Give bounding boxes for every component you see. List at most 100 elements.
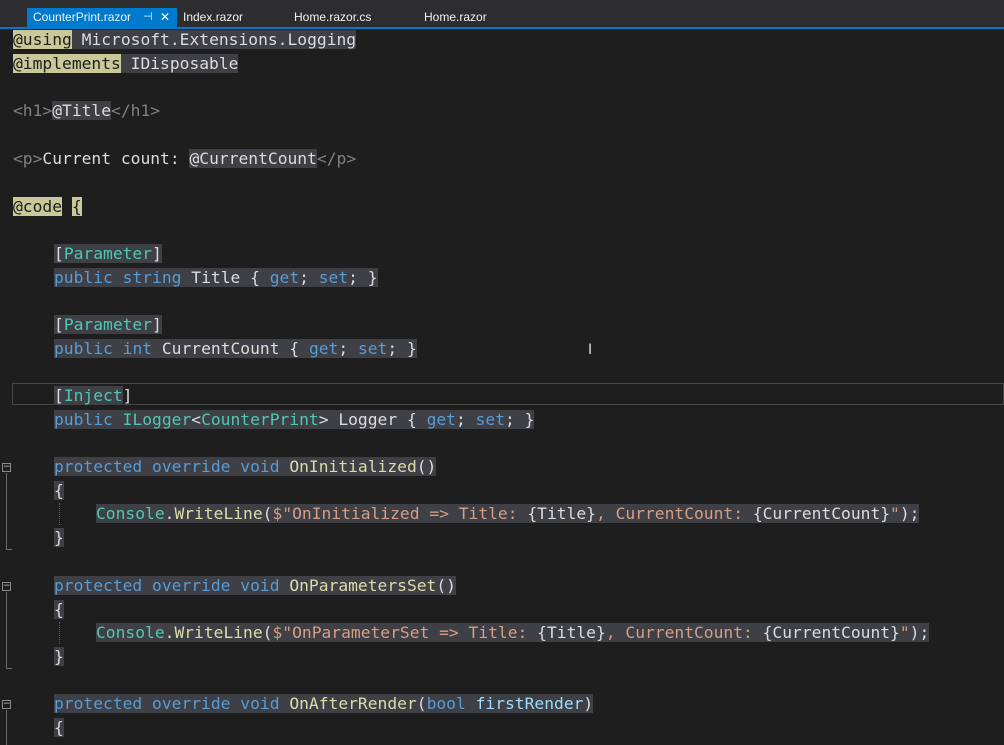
interp: {Title} (527, 504, 596, 523)
html-tag: <h1> (13, 101, 53, 120)
attribute: Parameter (63, 315, 153, 334)
kw: protected (54, 694, 143, 713)
code-line-method-params: protected override void OnParametersSet(… (54, 576, 456, 595)
indent-guide (59, 622, 60, 644)
kw: set (475, 410, 506, 429)
code-line-writeline-init: Console.WriteLine($"OnInitialized => Tit… (96, 504, 920, 523)
code-line-prop-title: public string Title { get; set; } (54, 268, 378, 287)
brace: { (71, 197, 82, 216)
directive-code: @code (13, 197, 63, 216)
method: WriteLine (174, 504, 263, 523)
fold-line (6, 549, 12, 550)
interp: {CurrentCount} (762, 623, 900, 642)
fold-line (6, 668, 12, 669)
code-line-brace: { (54, 718, 64, 737)
kw: public (54, 339, 113, 358)
string: , CurrentCount: (605, 623, 763, 642)
tab-home[interactable]: Home.razor (424, 8, 487, 27)
method: OnAfterRender (289, 694, 417, 713)
kw: protected (54, 457, 143, 476)
code-line-method-init: protected override void OnInitialized() (54, 457, 437, 476)
prop: Title (191, 268, 241, 287)
razor-expr-title: @Title (52, 101, 112, 120)
kw: get (269, 268, 300, 287)
code-line-prop-logger: public ILogger<CounterPrint> Logger { ge… (54, 410, 535, 429)
type-name: IDisposable (130, 54, 239, 73)
pin-icon[interactable]: ⊣ (143, 8, 153, 27)
prop: CurrentCount (161, 339, 280, 358)
tab-label: Index.razor (183, 10, 244, 24)
method: OnInitialized (289, 457, 417, 476)
kw: public (54, 268, 113, 287)
fold-line (6, 710, 7, 745)
collapse-icon[interactable]: − (2, 700, 11, 709)
kw: bool (426, 694, 466, 713)
fold-line (6, 592, 7, 668)
tab-home-cs[interactable]: Home.razor.cs (294, 8, 371, 27)
prop: Logger (338, 410, 398, 429)
kw: get (308, 339, 339, 358)
string: $"OnParameterSet => Title: (272, 623, 538, 642)
code-line-attr: [Parameter] (54, 315, 162, 334)
tab-bar: CounterPrint.razor ⊣ ✕ Index.razor Home.… (0, 0, 1004, 29)
collapse-icon[interactable]: − (2, 463, 11, 472)
attribute: Parameter (63, 244, 153, 263)
tab-label: Home.razor.cs (294, 10, 372, 24)
code-line-prop-count: public int CurrentCount { get; set; } (54, 339, 417, 358)
tab-label: Home.razor (424, 10, 487, 24)
interp: {Title} (537, 623, 606, 642)
attribute: Inject (63, 386, 123, 405)
current-line-highlight (12, 383, 1004, 405)
code-line-brace: { (54, 481, 64, 500)
kw: protected (54, 576, 143, 595)
kw: override (152, 694, 231, 713)
code-line-attr: [Parameter] (54, 244, 162, 263)
indent-guide (59, 503, 60, 525)
html-text: Current count: (42, 149, 190, 168)
kw: public (54, 410, 113, 429)
html-tag: </h1> (111, 101, 161, 120)
string: " (890, 504, 900, 523)
directive-using: @using (13, 30, 72, 49)
kw: override (152, 576, 231, 595)
tab-counterprint[interactable]: CounterPrint.razor ⊣ ✕ (27, 8, 177, 27)
code-line-implements: @implements IDisposable (13, 53, 239, 75)
tab-label: CounterPrint.razor (33, 10, 132, 24)
html-tag: </p> (316, 149, 357, 168)
code-line-writeline-params: Console.WriteLine($"OnParameterSet => Ti… (96, 623, 930, 642)
method: OnParametersSet (289, 576, 437, 595)
code-line-method-after: protected override void OnAfterRender(bo… (54, 694, 594, 713)
code-line-code: @code { (13, 196, 82, 218)
code-line-brace: } (54, 528, 64, 547)
type-name: ILogger (122, 410, 192, 429)
code-line-p: <p>Current count: @CurrentCount</p> (13, 148, 356, 170)
code-editor[interactable]: @using Microsoft.Extensions.Logging @imp… (0, 29, 1004, 745)
code-line-using: @using Microsoft.Extensions.Logging (13, 29, 357, 51)
fold-line (6, 473, 7, 549)
kw: override (152, 457, 231, 476)
kw: get (426, 410, 456, 429)
param: firstRender (475, 694, 584, 713)
kw: set (318, 268, 349, 287)
collapse-icon[interactable]: − (2, 582, 11, 591)
mouse-ibeam-icon: I (588, 342, 593, 358)
code-line-attr-inject: [Inject] (54, 386, 133, 405)
namespace: Microsoft.Extensions.Logging (81, 30, 357, 49)
close-icon[interactable]: ✕ (160, 8, 170, 27)
method: WriteLine (174, 623, 263, 642)
string: " (899, 623, 910, 642)
kw: void (240, 694, 280, 713)
kw: string (122, 268, 182, 287)
code-line-h1: <h1>@Title</h1> (13, 100, 160, 122)
code-line-brace: { (54, 600, 64, 619)
string: $"OnInitialized => Title: (272, 504, 528, 523)
code-line-brace: } (54, 647, 64, 666)
tab-index[interactable]: Index.razor (183, 8, 243, 27)
kw: set (357, 339, 388, 358)
kw: int (122, 339, 153, 358)
interp: {CurrentCount} (752, 504, 891, 523)
type-name: Console (96, 504, 165, 523)
type-name: Console (96, 623, 165, 642)
kw: void (240, 576, 280, 595)
type-name: CounterPrint (201, 410, 319, 429)
